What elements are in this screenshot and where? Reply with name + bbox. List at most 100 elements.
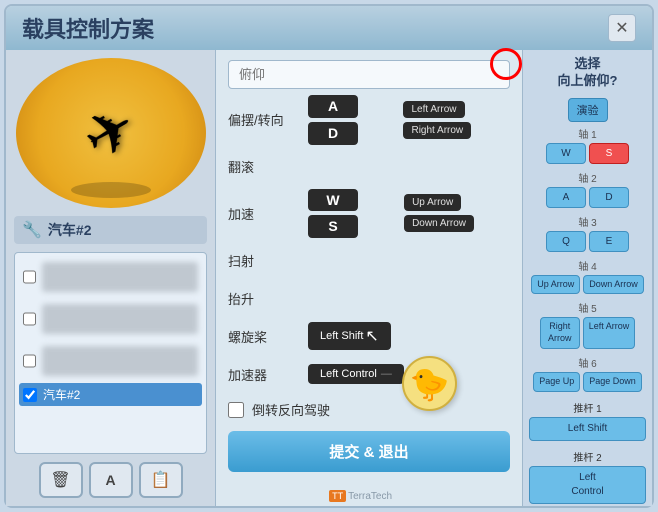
reverse-label: 倒转反向驾驶	[252, 400, 330, 419]
axis-1-label: 轴 1	[529, 126, 646, 141]
throttle-keys: W S	[308, 189, 392, 239]
axis-3-label: 轴 3	[529, 214, 646, 229]
list-checkbox-2[interactable]	[23, 312, 36, 326]
axis-1-group: 轴 1 W S	[529, 126, 646, 164]
list-checkbox-3[interactable]	[23, 354, 36, 368]
axis-3-group: 轴 3 Q E	[529, 214, 646, 252]
yaw-arrow-keys: Left Arrow Right Arrow	[403, 101, 510, 139]
rotor-label: 螺旋桨	[228, 327, 300, 346]
axis-4-up-button[interactable]: Up Arrow	[531, 275, 580, 295]
submit-button[interactable]: 提交 & 退出	[228, 431, 510, 472]
blurred-item-1	[42, 262, 198, 292]
key-w[interactable]: W	[308, 189, 358, 212]
reverse-checkbox[interactable]	[228, 402, 244, 418]
vehicle-image: ✈	[71, 90, 150, 176]
blurred-item-3	[42, 346, 198, 376]
axis-2-a-button[interactable]: A	[546, 187, 586, 208]
vehicle-list[interactable]: 汽车#2	[14, 252, 207, 454]
list-item-selected[interactable]: 汽车#2	[19, 383, 202, 406]
axis-2-buttons: A D	[529, 187, 646, 208]
axis-5-left-button[interactable]: Left Arrow	[583, 317, 636, 348]
axis-3-e-button[interactable]: E	[589, 231, 629, 252]
roll-row: 翻滚	[228, 151, 510, 183]
throttle-label: 加速	[228, 204, 300, 223]
right-panel: 选择向上俯仰? 演验 轴 1 W S 轴 2 A D	[522, 50, 652, 506]
booster-label: 加速器	[228, 365, 300, 384]
list-checkbox-1[interactable]	[23, 270, 36, 284]
stick-2-button[interactable]: LeftControl	[529, 466, 646, 504]
axis-3-q-button[interactable]: Q	[546, 231, 586, 252]
stick-1-button[interactable]: Left Shift	[529, 417, 646, 441]
vehicle-preview: ✈	[16, 58, 206, 208]
key-left-arrow[interactable]: Left Arrow	[403, 101, 464, 118]
stick-2-group: 推杆 2 LeftControl	[529, 447, 646, 504]
yaw-row: 偏摆/转向 A D Left Arrow R	[228, 95, 510, 145]
stick-1-label: 推杆 1	[529, 400, 646, 415]
axis-5-right-button[interactable]: RightArrow	[540, 317, 580, 348]
delete-button[interactable]: 🗑	[39, 462, 83, 498]
list-checkbox-4[interactable]	[23, 388, 37, 402]
pitch-input[interactable]	[228, 60, 510, 89]
axis-1-w-button[interactable]: W	[546, 143, 586, 164]
strafe-row: 扫射	[228, 244, 510, 276]
edit-button[interactable]: A	[89, 462, 133, 498]
throttle-arrow-keys: Up Arrow Down Arrow	[404, 194, 510, 232]
key-s[interactable]: S	[308, 215, 358, 238]
axis-4-label: 轴 4	[529, 258, 646, 273]
key-up-arrow[interactable]: Up Arrow	[404, 194, 461, 211]
vehicle-shadow	[71, 182, 151, 198]
stick-1-group: 推杆 1 Left Shift	[529, 398, 646, 441]
main-dialog: 载具控制方案 ✕ ✈ 🔧 汽车#2	[4, 4, 654, 508]
vehicle-label-bar: 🔧 汽车#2	[14, 216, 207, 244]
dialog-header: 载具控制方案 ✕	[6, 6, 652, 50]
list-item[interactable]	[19, 299, 202, 339]
axis-2-group: 轴 2 A D	[529, 170, 646, 208]
key-down-arrow[interactable]: Down Arrow	[404, 215, 474, 232]
rotor-key[interactable]: Left Shift↖	[308, 322, 391, 350]
yaw-keys: A D	[308, 95, 391, 145]
axis-3-buttons: Q E	[529, 231, 646, 252]
test-btn-area: 演验	[529, 98, 646, 122]
axis-2-label: 轴 2	[529, 170, 646, 185]
axis-4-down-button[interactable]: Down Arrow	[583, 275, 644, 295]
axis-1-buttons: W S	[529, 143, 646, 164]
axis-6-pagedown-button[interactable]: Page Down	[583, 372, 642, 392]
pitch-input-row	[228, 60, 510, 89]
middle-panel: 偏摆/转向 A D Left Arrow R	[216, 50, 522, 506]
close-button[interactable]: ✕	[608, 14, 636, 42]
axis-6-pageup-button[interactable]: Page Up	[533, 372, 580, 392]
axis-5-group: 轴 5 RightArrow Left Arrow	[529, 300, 646, 348]
booster-key[interactable]: Left Control—	[308, 364, 404, 384]
axis-4-buttons: Up Arrow Down Arrow	[529, 275, 646, 295]
watermark-logo: TT	[329, 490, 346, 502]
dialog-body: ✈ 🔧 汽车#2	[6, 50, 652, 506]
right-panel-title: 选择向上俯仰?	[529, 56, 646, 90]
copy-button[interactable]: 📋	[139, 462, 183, 498]
throttle-row: 加速 W S Up Arrow Down Arrow	[228, 189, 510, 239]
yaw-label: 偏摆/转向	[228, 110, 300, 129]
axis-2-d-button[interactable]: D	[589, 187, 629, 208]
strafe-label: 扫射	[228, 251, 300, 270]
axis-6-label: 轴 6	[529, 355, 646, 370]
list-item-label: 汽车#2	[43, 386, 80, 403]
watermark-text: TerraTech	[348, 491, 392, 502]
test-button[interactable]: 演验	[568, 98, 608, 122]
axis-5-label: 轴 5	[529, 300, 646, 315]
reverse-checkbox-row: 倒转反向驾驶	[228, 400, 510, 419]
vehicle-name: 汽车#2	[48, 220, 92, 240]
axis-1-s-button[interactable]: S	[589, 143, 629, 164]
key-a[interactable]: A	[308, 95, 358, 118]
roll-label: 翻滚	[228, 157, 300, 176]
list-item[interactable]	[19, 257, 202, 297]
axis-5-buttons: RightArrow Left Arrow	[529, 317, 646, 348]
list-item[interactable]	[19, 341, 202, 381]
key-d[interactable]: D	[308, 122, 358, 145]
stick-2-label: 推杆 2	[529, 449, 646, 464]
axis-6-buttons: Page Up Page Down	[529, 372, 646, 392]
wrench-icon: 🔧	[22, 220, 42, 240]
rotor-row: 螺旋桨 Left Shift↖	[228, 320, 510, 352]
watermark: TT TerraTech	[329, 490, 392, 502]
lift-label: 抬升	[228, 289, 300, 308]
key-right-arrow[interactable]: Right Arrow	[403, 122, 471, 139]
left-panel: ✈ 🔧 汽车#2	[6, 50, 216, 506]
